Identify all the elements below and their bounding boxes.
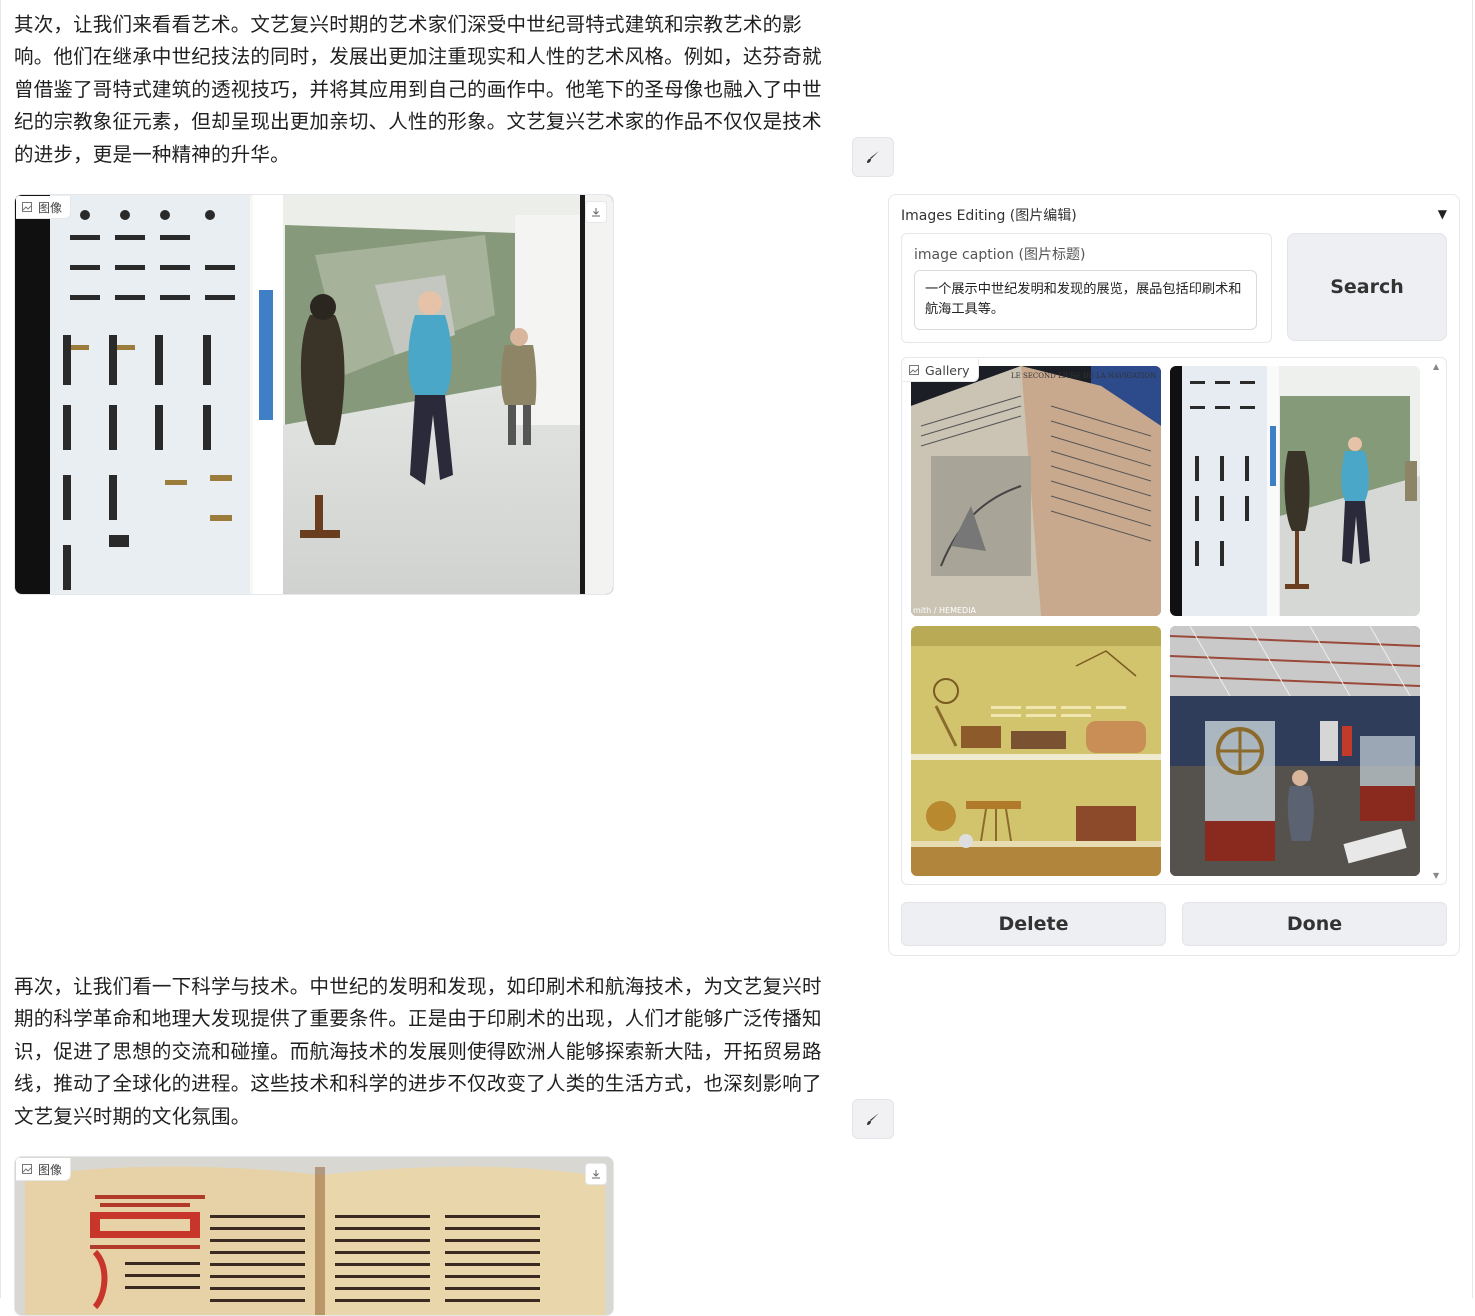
download-icon <box>592 1170 600 1179</box>
photo-credit: mith / HEMEDIA <box>913 606 977 615</box>
maritime-museum-photo <box>1170 626 1420 876</box>
edit-science-button[interactable] <box>852 1099 894 1139</box>
images-editing-panel: Images Editing (图片编辑) ▼ image caption (图… <box>888 194 1460 956</box>
image-tag-label: 图像 <box>38 200 63 215</box>
brush-icon <box>867 1113 879 1125</box>
science-image[interactable]: 图像 <box>14 1156 614 1316</box>
image-icon <box>22 202 32 212</box>
exhibition-photo <box>15 195 613 594</box>
image-tag: 图像 <box>16 196 72 219</box>
delete-button[interactable]: Delete <box>901 902 1166 946</box>
exhibition-thumb-photo <box>1170 366 1420 616</box>
done-button[interactable]: Done <box>1182 902 1447 946</box>
caption-box: image caption (图片标题) 一个展示中世纪发明和发现的展览，展品包… <box>901 233 1272 343</box>
gallery-tag: Gallery <box>903 359 979 382</box>
manuscript-photo <box>15 1157 613 1315</box>
search-button[interactable]: Search <box>1287 233 1447 341</box>
collapse-caret-icon[interactable]: ▼ <box>1438 207 1447 221</box>
image-tag-label: 图像 <box>38 1162 63 1177</box>
gallery-thumb-book[interactable]: LE SECOND LIVRE DE LA NAVIGATION mith / … <box>911 366 1161 616</box>
image-icon <box>909 365 919 375</box>
image-tag: 图像 <box>16 1158 72 1181</box>
gallery-thumb-exhibition[interactable] <box>1170 366 1420 616</box>
science-paragraph: 再次，让我们看一下科学与技术。中世纪的发明和发现，如印刷术和航海技术，为文艺复兴… <box>14 975 822 1128</box>
art-paragraph: 其次，让我们来看看艺术。文艺复兴时期的艺术家们深受中世纪哥特式建筑和宗教艺术的影… <box>14 13 822 166</box>
scroll-up-icon[interactable]: ▲ <box>1433 362 1439 371</box>
instruments-photo <box>911 626 1161 876</box>
book-photo: LE SECOND LIVRE DE LA NAVIGATION mith / … <box>911 366 1161 616</box>
edit-art-button[interactable] <box>852 137 894 177</box>
gallery-thumb-instruments[interactable] <box>911 626 1161 876</box>
download-button[interactable] <box>585 201 607 223</box>
scroll-down-icon[interactable]: ▼ <box>1433 871 1439 880</box>
image-icon <box>22 1164 32 1174</box>
book-title-text: LE SECOND LIVRE DE LA NAVIGATION <box>1011 372 1156 380</box>
caption-input[interactable]: 一个展示中世纪发明和发现的展览，展品包括印刷术和航海工具等。 <box>914 270 1257 330</box>
brush-icon <box>867 151 879 163</box>
panel-title: Images Editing (图片编辑) <box>901 208 1077 224</box>
gallery-thumb-maritime[interactable] <box>1170 626 1420 876</box>
caption-label: image caption (图片标题) <box>914 247 1086 263</box>
gallery-scrollbar[interactable]: ▲ ▼ <box>1432 358 1444 884</box>
download-button[interactable] <box>585 1163 607 1185</box>
gallery: Gallery LE SECOND LIVRE DE LA NAVIGATION… <box>901 357 1447 885</box>
gallery-label: Gallery <box>925 362 970 378</box>
art-image[interactable]: 图像 <box>14 194 614 595</box>
download-icon <box>592 208 600 217</box>
